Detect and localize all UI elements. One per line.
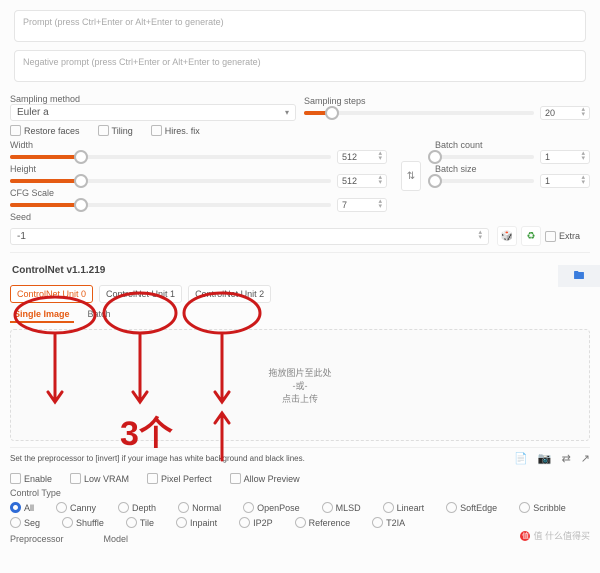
cfg-slider[interactable]: [10, 203, 331, 207]
seed-reuse-button[interactable]: ♻: [521, 226, 541, 246]
restore-faces-checkbox[interactable]: Restore faces: [10, 125, 80, 136]
controlnet-unit-2-tab[interactable]: ControlNet Unit 2: [188, 285, 271, 303]
sampling-method-value: Euler a: [17, 107, 49, 118]
sampling-steps-input[interactable]: 20▴▾: [540, 106, 590, 120]
seed-label: Seed: [10, 212, 590, 222]
swap-dimensions-button[interactable]: ⇅: [401, 161, 421, 191]
control-type-mlsd[interactable]: MLSD: [322, 502, 361, 513]
control-type-depth[interactable]: Depth: [118, 502, 156, 513]
control-type-inpaint[interactable]: Inpaint: [176, 517, 217, 528]
hires-fix-checkbox[interactable]: Hires. fix: [151, 125, 200, 136]
height-input[interactable]: 512▴▾: [337, 174, 387, 188]
image-dropzone[interactable]: 拖放图片至此处 -或- 点击上传: [10, 329, 590, 441]
controlnet-unit-1-tab[interactable]: ControlNet Unit 1: [99, 285, 182, 303]
control-type-all[interactable]: All: [10, 502, 34, 513]
negative-prompt-input[interactable]: Negative prompt (press Ctrl+Enter or Alt…: [14, 50, 586, 82]
prompt-input[interactable]: Prompt (press Ctrl+Enter or Alt+Enter to…: [14, 10, 586, 42]
control-type-lineart[interactable]: Lineart: [383, 502, 425, 513]
dropzone-text-2: -或-: [293, 379, 308, 392]
preprocessor-hint: Set the preprocessor to [invert] if your…: [10, 454, 305, 463]
doc-icon[interactable]: 📄: [514, 452, 528, 465]
stepper-icon: ▴▾: [581, 108, 585, 118]
batch-count-input[interactable]: 1▴▾: [540, 150, 590, 164]
control-type-label: Control Type: [10, 488, 590, 498]
control-type-normal[interactable]: Normal: [178, 502, 221, 513]
control-type-shuffle[interactable]: Shuffle: [62, 517, 104, 528]
control-type-t2ia[interactable]: T2IA: [372, 517, 405, 528]
chevron-down-icon: ▾: [285, 108, 289, 117]
batch-size-slider[interactable]: [435, 179, 534, 183]
dropzone-text-1: 拖放图片至此处: [268, 366, 331, 379]
camera-icon[interactable]: 📷: [538, 452, 552, 465]
seed-extra-checkbox[interactable]: Extra: [545, 231, 580, 242]
control-type-canny[interactable]: Canny: [56, 502, 96, 513]
batch-count-slider[interactable]: [435, 155, 534, 159]
dropzone-text-3: 点击上传: [282, 392, 318, 405]
seed-input[interactable]: -1▴▾: [10, 228, 489, 245]
controlnet-unit-0-tab[interactable]: ControlNet Unit 0: [10, 285, 93, 303]
low-vram-checkbox[interactable]: Low VRAM: [70, 473, 129, 484]
control-type-tile[interactable]: Tile: [126, 517, 154, 528]
width-input[interactable]: 512▴▾: [337, 150, 387, 164]
width-label: Width: [10, 140, 387, 150]
control-type-softedge[interactable]: SoftEdge: [446, 502, 497, 513]
send-icon[interactable]: ↗: [581, 452, 590, 465]
width-slider[interactable]: [10, 155, 331, 159]
neg-prompt-placeholder: Negative prompt (press Ctrl+Enter or Alt…: [23, 57, 261, 67]
tiling-checkbox[interactable]: Tiling: [98, 125, 133, 136]
watermark: 值值 什么值得买: [520, 529, 590, 542]
enable-checkbox[interactable]: Enable: [10, 473, 52, 484]
sampling-steps-slider[interactable]: [304, 111, 534, 115]
cfg-input[interactable]: 7▴▾: [337, 198, 387, 212]
pixel-perfect-checkbox[interactable]: Pixel Perfect: [147, 473, 212, 484]
control-type-ip2p[interactable]: IP2P: [239, 517, 273, 528]
seed-random-button[interactable]: 🎲: [497, 226, 517, 246]
batch-count-label: Batch count: [435, 140, 590, 150]
control-type-seg[interactable]: Seg: [10, 517, 40, 528]
sampling-method-select[interactable]: Euler a ▾: [10, 104, 296, 121]
height-label: Height: [10, 164, 387, 174]
single-image-tab[interactable]: Single Image: [10, 307, 74, 323]
allow-preview-checkbox[interactable]: Allow Preview: [230, 473, 300, 484]
control-type-reference[interactable]: Reference: [295, 517, 351, 528]
swap-icon[interactable]: ⇄: [562, 452, 571, 465]
model-label: Model: [104, 534, 129, 544]
control-type-openpose[interactable]: OpenPose: [243, 502, 300, 513]
batch-tab[interactable]: Batch: [84, 307, 115, 323]
control-type-scribble[interactable]: Scribble: [519, 502, 566, 513]
sampling-method-label: Sampling method: [10, 94, 296, 104]
batch-size-label: Batch size: [435, 164, 590, 174]
prompt-placeholder: Prompt (press Ctrl+Enter or Alt+Enter to…: [23, 17, 224, 27]
right-panel-icon[interactable]: 🖿: [558, 265, 600, 287]
controlnet-title: ControlNet v1.1.219: [12, 265, 105, 276]
height-slider[interactable]: [10, 179, 331, 183]
cfg-label: CFG Scale: [10, 188, 387, 198]
sampling-steps-label: Sampling steps: [304, 96, 590, 106]
preprocessor-label: Preprocessor: [10, 534, 64, 544]
folder-icon: 🖿: [574, 267, 585, 286]
batch-size-input[interactable]: 1▴▾: [540, 174, 590, 188]
